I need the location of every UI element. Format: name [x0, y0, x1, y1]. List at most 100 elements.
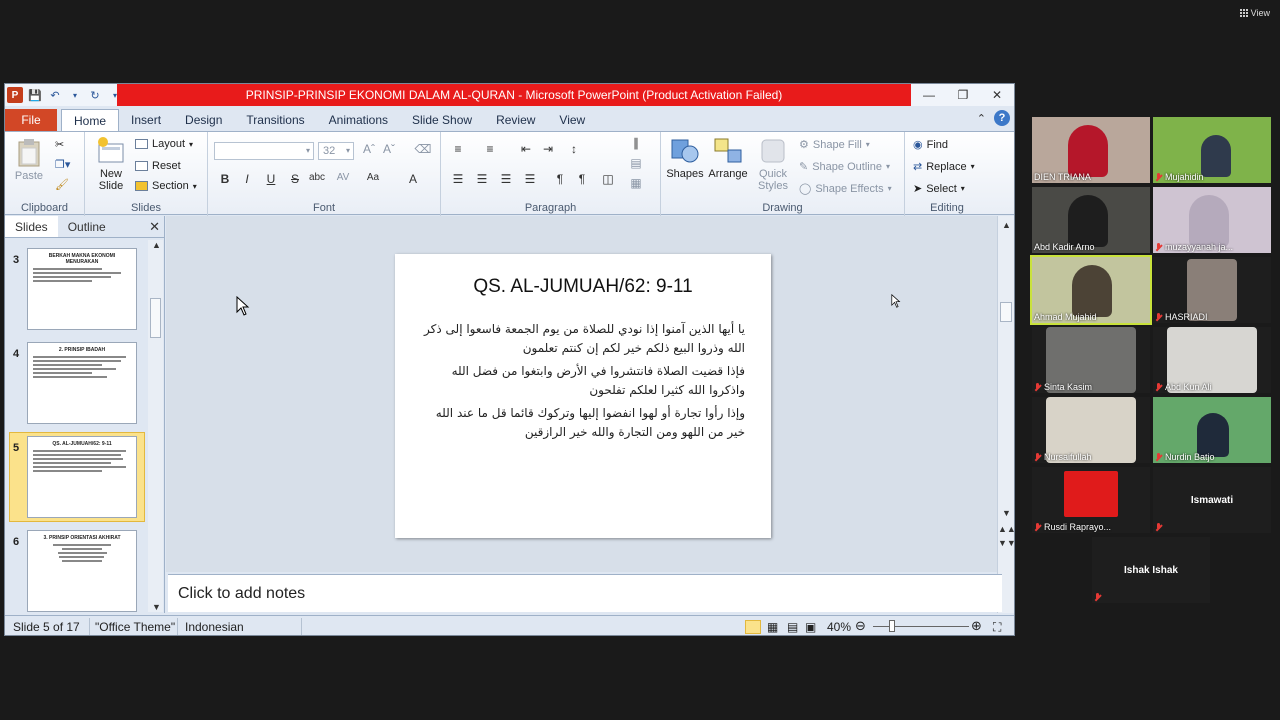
next-slide-icon[interactable]: ▼▼ [998, 538, 1014, 548]
close-button[interactable]: ✕ [980, 84, 1014, 106]
copy-icon[interactable]: ❐▾ [55, 158, 70, 171]
replace-button[interactable]: ⇄ Replace ▾ [913, 160, 975, 174]
increase-indent-icon[interactable]: ⇥ [539, 142, 557, 156]
shapes-button[interactable]: Shapes [665, 136, 705, 180]
slide-thumbnail[interactable]: 3. PRINSIP ORIENTASI AKHIRAT [27, 530, 137, 612]
scroll-up-icon[interactable]: ▲ [148, 240, 165, 250]
select-button[interactable]: ➤ Select ▾ [913, 182, 965, 196]
participant-tile[interactable]: Rusdi Raprayo... [1032, 467, 1150, 533]
save-icon[interactable]: 💾 [27, 87, 43, 103]
participant-tile[interactable]: Mujahidin [1153, 117, 1271, 183]
close-icon[interactable]: ✕ [149, 219, 160, 235]
scroll-up-icon[interactable]: ▲ [998, 220, 1014, 230]
undo-icon[interactable]: ↶ [47, 87, 63, 103]
zoom-in-icon[interactable]: ⊕ [971, 618, 982, 634]
tab-slide-show[interactable]: Slide Show [400, 109, 484, 131]
font-size-combo[interactable]: 32 ▾ [318, 142, 354, 160]
underline-icon[interactable]: U [262, 172, 280, 186]
language[interactable]: Indonesian [185, 620, 244, 634]
new-slide-button[interactable]: New Slide [91, 136, 131, 192]
clear-formatting-icon[interactable]: ⌫ [414, 142, 432, 156]
justify-icon[interactable]: ☰ [521, 172, 539, 186]
layout-button[interactable]: Layout ▾ [135, 138, 193, 150]
tab-insert[interactable]: Insert [119, 109, 173, 131]
slide-thumbnail[interactable]: BERKAH MAKNA EKONOMI MENURAKAN [27, 248, 137, 330]
rtl-icon[interactable]: ¶ [551, 172, 569, 186]
shape-outline-button[interactable]: ✎ Shape Outline ▾ [799, 160, 890, 174]
shape-fill-button[interactable]: ⚙ Shape Fill ▾ [799, 138, 870, 152]
notes-pane[interactable]: Click to add notes [168, 574, 1002, 612]
grow-font-icon[interactable]: Aˆ [360, 142, 378, 156]
italic-icon[interactable]: I [238, 172, 256, 186]
fit-to-window-icon[interactable]: ⛶ [993, 620, 1001, 635]
smartart-icon[interactable]: ▦ [627, 176, 645, 190]
participant-tile[interactable]: Nurdin Batjo [1153, 397, 1271, 463]
scroll-thumb[interactable] [150, 298, 161, 338]
scroll-down-icon[interactable]: ▼ [998, 508, 1014, 518]
cut-icon[interactable]: ✂ [55, 138, 64, 151]
slide-show-icon[interactable]: ▣ [805, 620, 816, 634]
slide-thumbnail-selected[interactable]: QS. AL-JUMUAH/62: 9-11 [27, 436, 137, 518]
participant-tile[interactable]: Ishak Ishak [1092, 537, 1210, 603]
participant-tile[interactable]: Sinta Kasim [1032, 327, 1150, 393]
slide-thumbnail[interactable]: 2. PRINSIP IBADAH [27, 342, 137, 424]
numbering-icon[interactable]: ≡ [481, 142, 499, 156]
align-center-icon[interactable]: ☰ [473, 172, 491, 186]
find-button[interactable]: ◉ Find [913, 138, 948, 152]
tab-review[interactable]: Review [484, 109, 547, 131]
paste-button[interactable]: Paste [11, 138, 47, 182]
font-name-combo[interactable]: ▾ [214, 142, 314, 160]
shape-effects-button[interactable]: ◯ Shape Effects ▾ [799, 182, 892, 196]
participant-tile[interactable]: Abd Kun Ali [1153, 327, 1271, 393]
slide-vertical-scrollbar[interactable]: ▲ ▼ ▲▲ ▼▼ [997, 216, 1014, 613]
slides-pane-scrollbar[interactable]: ▲ ▼ [148, 240, 163, 612]
current-slide[interactable]: QS. AL-JUMUAH/62: 9-11 يا أيها الذين آمن… [395, 254, 771, 538]
help-icon[interactable]: ? [994, 110, 1010, 126]
restore-button[interactable]: ❐ [946, 84, 980, 106]
tab-outline[interactable]: Outline [58, 216, 116, 237]
redo-icon[interactable]: ↻ [87, 87, 103, 103]
format-painter-icon[interactable]: 🖌 [55, 178, 69, 191]
font-color-icon[interactable]: A [404, 172, 422, 186]
participant-tile[interactable]: Abd Kadir Arno [1032, 187, 1150, 253]
normal-view-icon[interactable] [745, 620, 761, 634]
shadow-icon[interactable]: abc [308, 172, 326, 183]
tab-design[interactable]: Design [173, 109, 234, 131]
powerpoint-app-icon[interactable]: P [7, 87, 23, 103]
previous-slide-icon[interactable]: ▲▲ [998, 524, 1014, 534]
zoom-out-icon[interactable]: ⊖ [855, 618, 866, 634]
tab-transitions[interactable]: Transitions [234, 109, 316, 131]
decrease-indent-icon[interactable]: ⇤ [517, 142, 535, 156]
shrink-font-icon[interactable]: Aˇ [380, 142, 398, 156]
tab-view[interactable]: View [547, 109, 597, 131]
meeting-view-button[interactable]: View [1239, 8, 1270, 18]
align-right-icon[interactable]: ☰ [497, 172, 515, 186]
bold-icon[interactable]: B [216, 172, 234, 186]
participant-tile[interactable]: HASRIADI [1153, 257, 1271, 323]
slide-title[interactable]: QS. AL-JUMUAH/62: 9-11 [395, 276, 771, 298]
participant-tile[interactable]: DIEN TRIANA [1032, 117, 1150, 183]
slide-body[interactable]: يا أيها الذين آمنوا إذا نودي للصلاة من ي… [415, 320, 745, 446]
zoom-level[interactable]: 40% [827, 620, 851, 634]
collapse-ribbon-icon[interactable]: ⌃ [977, 112, 986, 125]
zoom-slider[interactable] [873, 626, 969, 627]
active-speaker-tile[interactable]: Ahmad Mujahid [1030, 255, 1152, 325]
participant-tile[interactable]: Nursaifullah [1032, 397, 1150, 463]
participant-tile[interactable]: Ismawati [1153, 467, 1271, 533]
bullets-icon[interactable]: ≡ [449, 142, 467, 156]
arrange-button[interactable]: Arrange [707, 136, 749, 180]
scroll-down-icon[interactable]: ▼ [148, 602, 165, 612]
reading-view-icon[interactable]: ▤ [787, 620, 798, 634]
columns-icon[interactable]: ◫ [599, 172, 617, 186]
character-spacing-icon[interactable]: AV [334, 172, 352, 183]
participant-tile[interactable]: muzayyanah ja... [1153, 187, 1271, 253]
theme-name[interactable]: "Office Theme" [95, 620, 175, 634]
strikethrough-icon[interactable]: S [286, 172, 304, 186]
tab-file[interactable]: File [5, 109, 57, 131]
minimize-button[interactable]: — [912, 84, 946, 106]
zoom-slider-thumb[interactable] [889, 620, 895, 632]
section-button[interactable]: Section ▾ [135, 180, 197, 192]
change-case-icon[interactable]: Aa [364, 172, 382, 183]
slide-sorter-icon[interactable]: ▦ [767, 620, 778, 634]
scroll-thumb[interactable] [1000, 302, 1012, 322]
